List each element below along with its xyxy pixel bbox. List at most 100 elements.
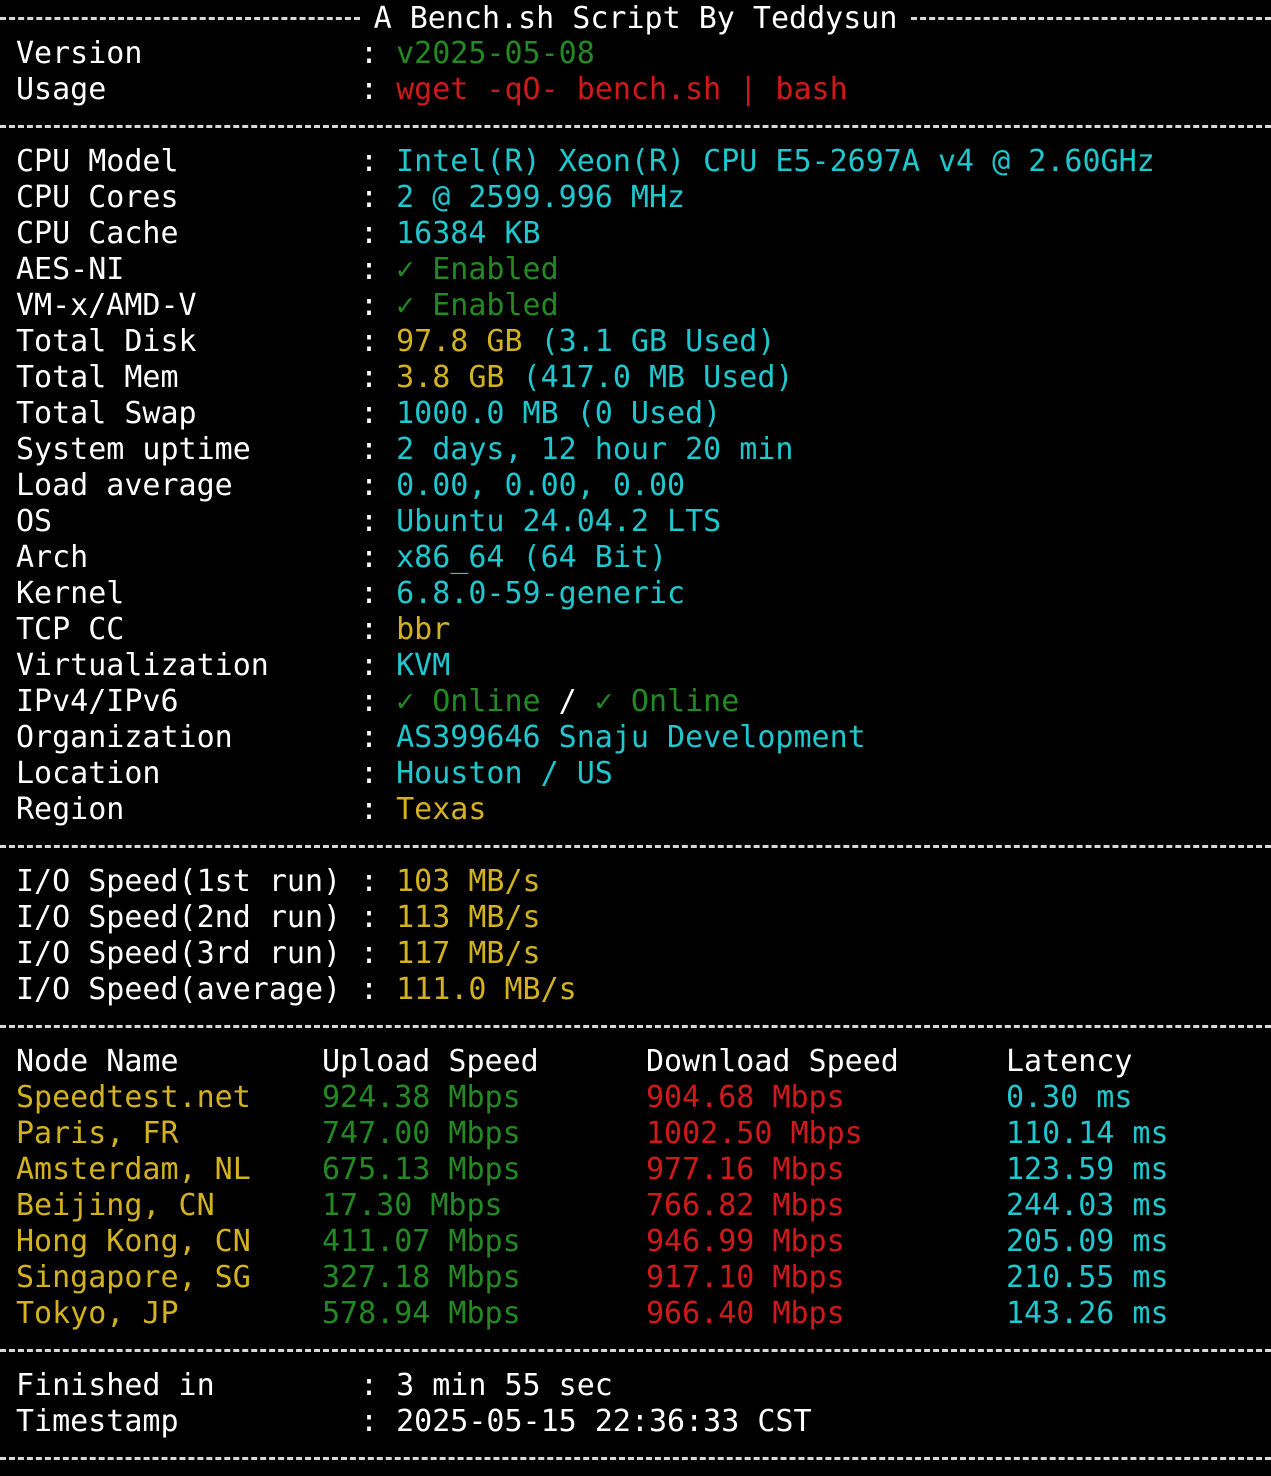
colon-separator: :	[360, 180, 379, 215]
speedtest-table: Node Name Upload Speed Download Speed Laten…	[16, 1044, 1271, 1332]
cell-node: Hong Kong, CN	[16, 1224, 251, 1259]
cell-download: 946.99 Mbps	[646, 1224, 845, 1259]
table-row: Amsterdam, NL 675.13 Mbps 977.16 Mbps 123.5…	[16, 1152, 1271, 1188]
info-value-extra: (3.1 GB Used)	[522, 324, 776, 359]
info-value: 2 days, 12 hour 20 min	[396, 432, 794, 467]
cell-node: Amsterdam, NL	[16, 1152, 251, 1187]
info-row: Kernel: 6.8.0-59-generic	[16, 576, 1271, 612]
cell-latency: 205.09 ms	[1006, 1224, 1169, 1259]
info-value: ✓ Enabled	[396, 288, 559, 323]
info-row: CPU Model: Intel(R) Xeon(R) CPU E5-2697A…	[16, 144, 1271, 180]
section-separator	[0, 828, 1271, 864]
info-row: Total Swap: 1000.0 MB (0 Used)	[16, 396, 1271, 432]
colon-separator: :	[360, 612, 379, 647]
info-row: CPU Cache: 16384 KB	[16, 216, 1271, 252]
info-value: 111.0 MB/s	[396, 972, 577, 1007]
info-value: 1000.0 MB (0 Used)	[396, 396, 722, 431]
column-header: Download Speed	[646, 1044, 899, 1079]
colon-separator: :	[360, 540, 379, 575]
dash-rule	[911, 16, 1271, 20]
colon-separator: :	[360, 792, 379, 827]
info-label: OS	[16, 504, 53, 539]
colon-separator: :	[360, 216, 379, 251]
colon-separator: :	[360, 1404, 379, 1439]
cell-download: 1002.50 Mbps	[646, 1116, 863, 1151]
cell-latency: 244.03 ms	[1006, 1188, 1169, 1223]
info-label: CPU Cache	[16, 216, 179, 251]
info-row: TCP CC: bbr	[16, 612, 1271, 648]
info-label: VM-x/AMD-V	[16, 288, 197, 323]
info-label: I/O Speed(average)	[16, 972, 342, 1007]
column-header: Node Name	[16, 1044, 179, 1079]
colon-separator: :	[360, 972, 379, 1007]
info-label: Finished in	[16, 1368, 215, 1403]
colon-separator: :	[360, 684, 379, 719]
info-value: ✓ Online	[396, 684, 541, 719]
cell-upload: 675.13 Mbps	[322, 1152, 521, 1187]
info-row: AES-NI: ✓ Enabled	[16, 252, 1271, 288]
table-row: Speedtest.net 924.38 Mbps 904.68 Mbps 0.30 …	[16, 1080, 1271, 1116]
header-separator: A Bench.sh Script By Teddysun	[0, 0, 1271, 36]
info-label: Location	[16, 756, 161, 791]
info-value: wget -qO- bench.sh | bash	[396, 72, 848, 107]
info-value: 0.00, 0.00, 0.00	[396, 468, 686, 503]
colon-separator: :	[360, 360, 379, 395]
info-label: I/O Speed(1st run)	[16, 864, 342, 899]
info-label: Total Swap	[16, 396, 197, 431]
info-row: Virtualization: KVM	[16, 648, 1271, 684]
section-separator	[0, 1008, 1271, 1044]
info-row: Load average: 0.00, 0.00, 0.00	[16, 468, 1271, 504]
table-row: Beijing, CN 17.30 Mbps 766.82 Mbps 244.03 m…	[16, 1188, 1271, 1224]
info-row: I/O Speed(3rd run): 117 MB/s	[16, 936, 1271, 972]
info-row: Finished in: 3 min 55 sec	[16, 1368, 1271, 1404]
info-label: TCP CC	[16, 612, 125, 647]
cell-download: 904.68 Mbps	[646, 1080, 845, 1115]
info-label: Organization	[16, 720, 233, 755]
cell-node: Speedtest.net	[16, 1080, 251, 1115]
info-label: CPU Model	[16, 144, 179, 179]
cell-node: Tokyo, JP	[16, 1296, 179, 1331]
info-value: Houston / US	[396, 756, 613, 791]
colon-separator: :	[360, 900, 379, 935]
colon-separator: :	[360, 288, 379, 323]
cell-upload: 411.07 Mbps	[322, 1224, 521, 1259]
cell-node: Paris, FR	[16, 1116, 179, 1151]
colon-separator: :	[360, 36, 379, 71]
info-label: Region	[16, 792, 125, 827]
meta-section: Version: v2025-05-08 Usage: wget -qO- ben…	[16, 36, 1271, 108]
terminal-window: A Bench.sh Script By Teddysun Version: v…	[0, 0, 1271, 1476]
info-label: Total Disk	[16, 324, 197, 359]
colon-separator: :	[360, 468, 379, 503]
info-value: 2 @ 2599.996 MHz	[396, 180, 686, 215]
info-label: Load average	[16, 468, 233, 503]
info-value: 3.8 GB	[396, 360, 505, 395]
colon-separator: :	[360, 576, 379, 611]
info-label: I/O Speed(2nd run)	[16, 900, 342, 935]
io-speed-section: I/O Speed(1st run): 103 MB/s I/O Speed(2n…	[16, 864, 1271, 1008]
info-row: Version: v2025-05-08	[16, 36, 1271, 72]
colon-separator: :	[360, 936, 379, 971]
colon-separator: :	[360, 324, 379, 359]
section-separator	[0, 1440, 1271, 1476]
info-row: Timestamp: 2025-05-15 22:36:33 CST	[16, 1404, 1271, 1440]
info-value-separator: /	[540, 684, 595, 719]
info-label: Version	[16, 36, 143, 71]
info-value: x86_64 (64 Bit)	[396, 540, 668, 575]
column-header: Latency	[1006, 1044, 1133, 1079]
cell-upload: 924.38 Mbps	[322, 1080, 521, 1115]
info-label: System uptime	[16, 432, 251, 467]
cell-latency: 143.26 ms	[1006, 1296, 1169, 1331]
cell-latency: 123.59 ms	[1006, 1152, 1169, 1187]
cell-upload: 17.30 Mbps	[322, 1188, 503, 1223]
colon-separator: :	[360, 720, 379, 755]
table-row: Singapore, SG 327.18 Mbps 917.10 Mbps 210.5…	[16, 1260, 1271, 1296]
info-label: I/O Speed(3rd run)	[16, 936, 342, 971]
colon-separator: :	[360, 252, 379, 287]
info-row: VM-x/AMD-V: ✓ Enabled	[16, 288, 1271, 324]
footer-section: Finished in: 3 min 55 sec Timestamp: 2025…	[16, 1368, 1271, 1440]
info-row: I/O Speed(1st run): 103 MB/s	[16, 864, 1271, 900]
colon-separator: :	[360, 72, 379, 107]
info-row: OS: Ubuntu 24.04.2 LTS	[16, 504, 1271, 540]
info-value: 117 MB/s	[396, 936, 541, 971]
cell-download: 766.82 Mbps	[646, 1188, 845, 1223]
